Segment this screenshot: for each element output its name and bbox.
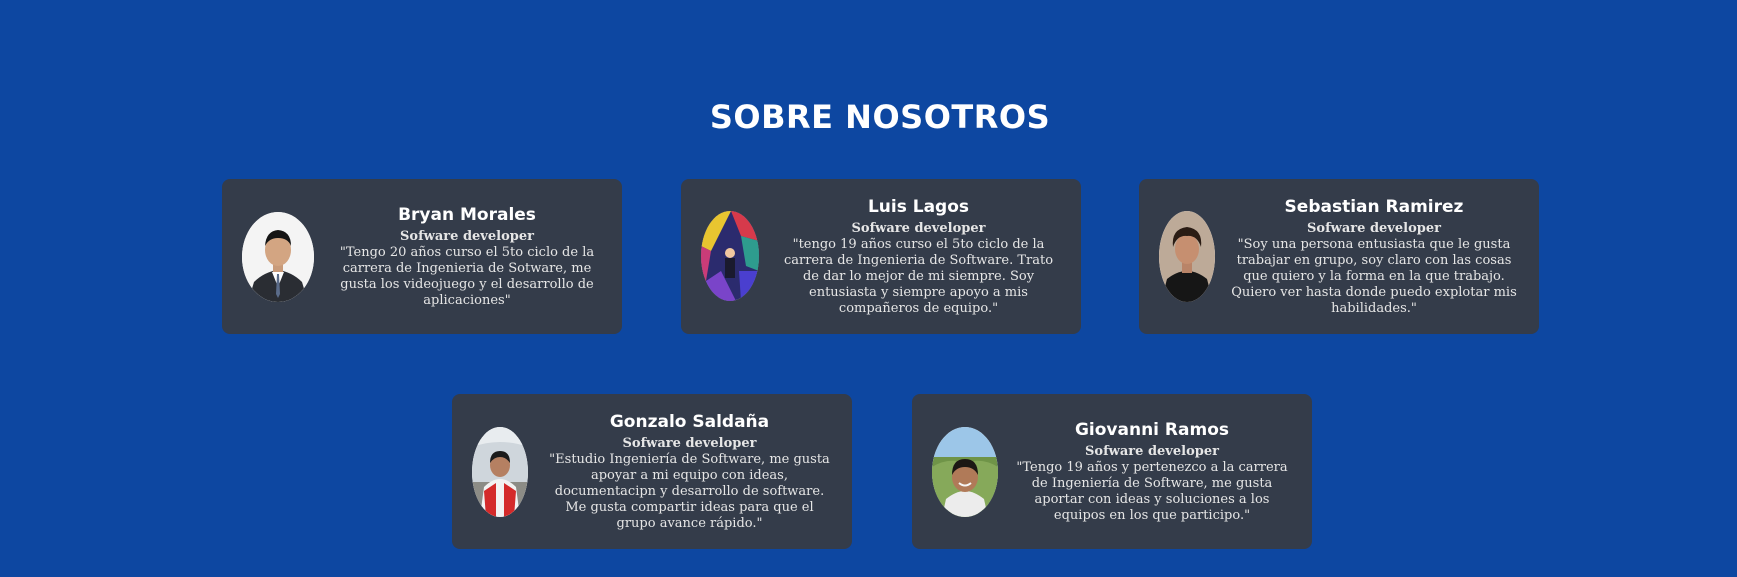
member-description: "Estudio Ingeniería de Software, me gust… [549,451,830,531]
avatar [242,212,314,302]
member-info: Bryan Morales Sofware developer "Tengo 2… [332,179,602,334]
member-info: Sebastian Ramirez Sofware developer "Soy… [1229,179,1519,334]
avatar [472,427,528,517]
member-info: Giovanni Ramos Sofware developer "Tengo … [1012,394,1292,549]
member-description: "Soy una persona entusiasta que le gusta… [1231,236,1517,316]
member-name: Giovanni Ramos [1074,419,1230,440]
avatar [1159,211,1215,302]
member-card-luis: Luis Lagos Sofware developer "tengo 19 a… [681,179,1081,334]
member-description: "Tengo 19 años y pertenezco a la carrera… [1016,459,1288,523]
member-card-sebastian: Sebastian Ramirez Sofware developer "Soy… [1139,179,1539,334]
member-role: Sofware developer [851,220,986,236]
member-card-giovanni: Giovanni Ramos Sofware developer "Tengo … [912,394,1312,549]
member-name: Bryan Morales [398,204,536,225]
member-role: Sofware developer [400,228,534,244]
member-name: Luis Lagos [867,196,970,217]
member-name: Gonzalo Saldaña [609,411,770,432]
member-role: Sofware developer [622,435,757,451]
member-card-gonzalo: Gonzalo Saldaña Sofware developer "Estud… [452,394,852,549]
member-name: Sebastian Ramirez [1284,196,1464,217]
avatar [701,211,759,301]
member-role: Sofware developer [1085,443,1219,459]
section-title: SOBRE NOSOTROS [709,98,1051,136]
member-info: Luis Lagos Sofware developer "tengo 19 a… [776,179,1061,334]
member-description: "tengo 19 años curso el 5to ciclo de la … [783,236,1054,316]
member-description: "Tengo 20 años curso el 5to ciclo de la … [339,244,595,308]
member-card-bryan: Bryan Morales Sofware developer "Tengo 2… [222,179,622,334]
member-role: Sofware developer [1307,220,1441,236]
avatar [932,427,998,517]
member-info: Gonzalo Saldaña Sofware developer "Estud… [547,394,832,549]
